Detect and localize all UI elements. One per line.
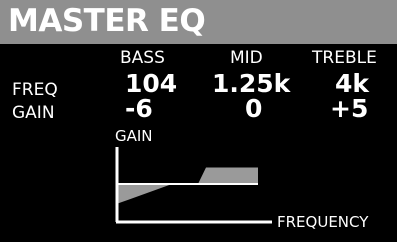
eq-curve-graph: [115, 147, 272, 224]
eq-curve-fill: [117, 167, 258, 204]
eq-display-screen: MASTER EQ BASS MID TREBLE FREQ 104 1.25k…: [0, 0, 397, 242]
